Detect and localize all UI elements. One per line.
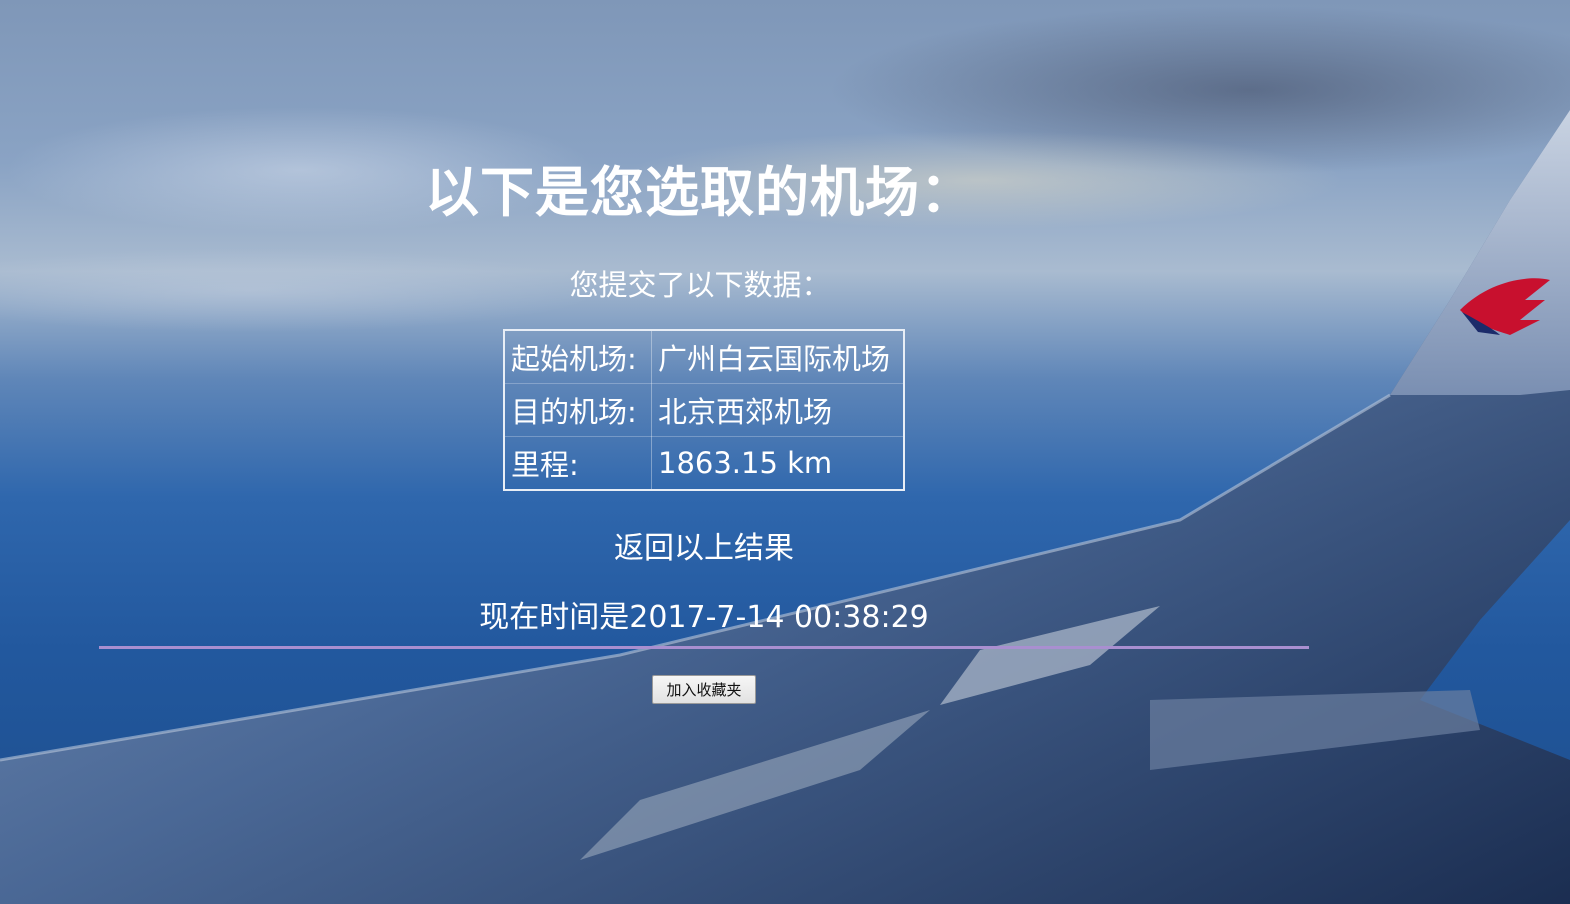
distance-label: 里程: [504, 436, 652, 491]
divider [99, 646, 1309, 649]
back-link[interactable]: 返回以上结果 [0, 523, 1408, 567]
page-subtitle: 您提交了以下数据： [569, 268, 831, 302]
destination-label: 目的机场: [504, 383, 652, 437]
page-content: 以下是您选取的机场： 您提交了以下数据： 起始机场: 广州白云国际机场 目的机场… [0, 0, 1570, 904]
origin-label: 起始机场: [504, 330, 652, 384]
result-table: 起始机场: 广州白云国际机场 目的机场: 北京西郊机场 里程: 1863.15 … [503, 329, 905, 491]
add-favorite-button[interactable]: 加入收藏夹 [652, 675, 756, 704]
table-row: 起始机场: 广州白云国际机场 [504, 330, 904, 384]
destination-value: 北京西郊机场 [651, 383, 904, 437]
distance-value: 1863.15 km [651, 436, 904, 491]
origin-value: 广州白云国际机场 [651, 330, 904, 384]
table-row: 目的机场: 北京西郊机场 [504, 383, 904, 437]
table-row: 里程: 1863.15 km [504, 436, 904, 491]
page-title: 以下是您选取的机场： [425, 161, 975, 224]
current-time-text: 现在时间是2017-7-14 00:38:29 [479, 600, 929, 635]
